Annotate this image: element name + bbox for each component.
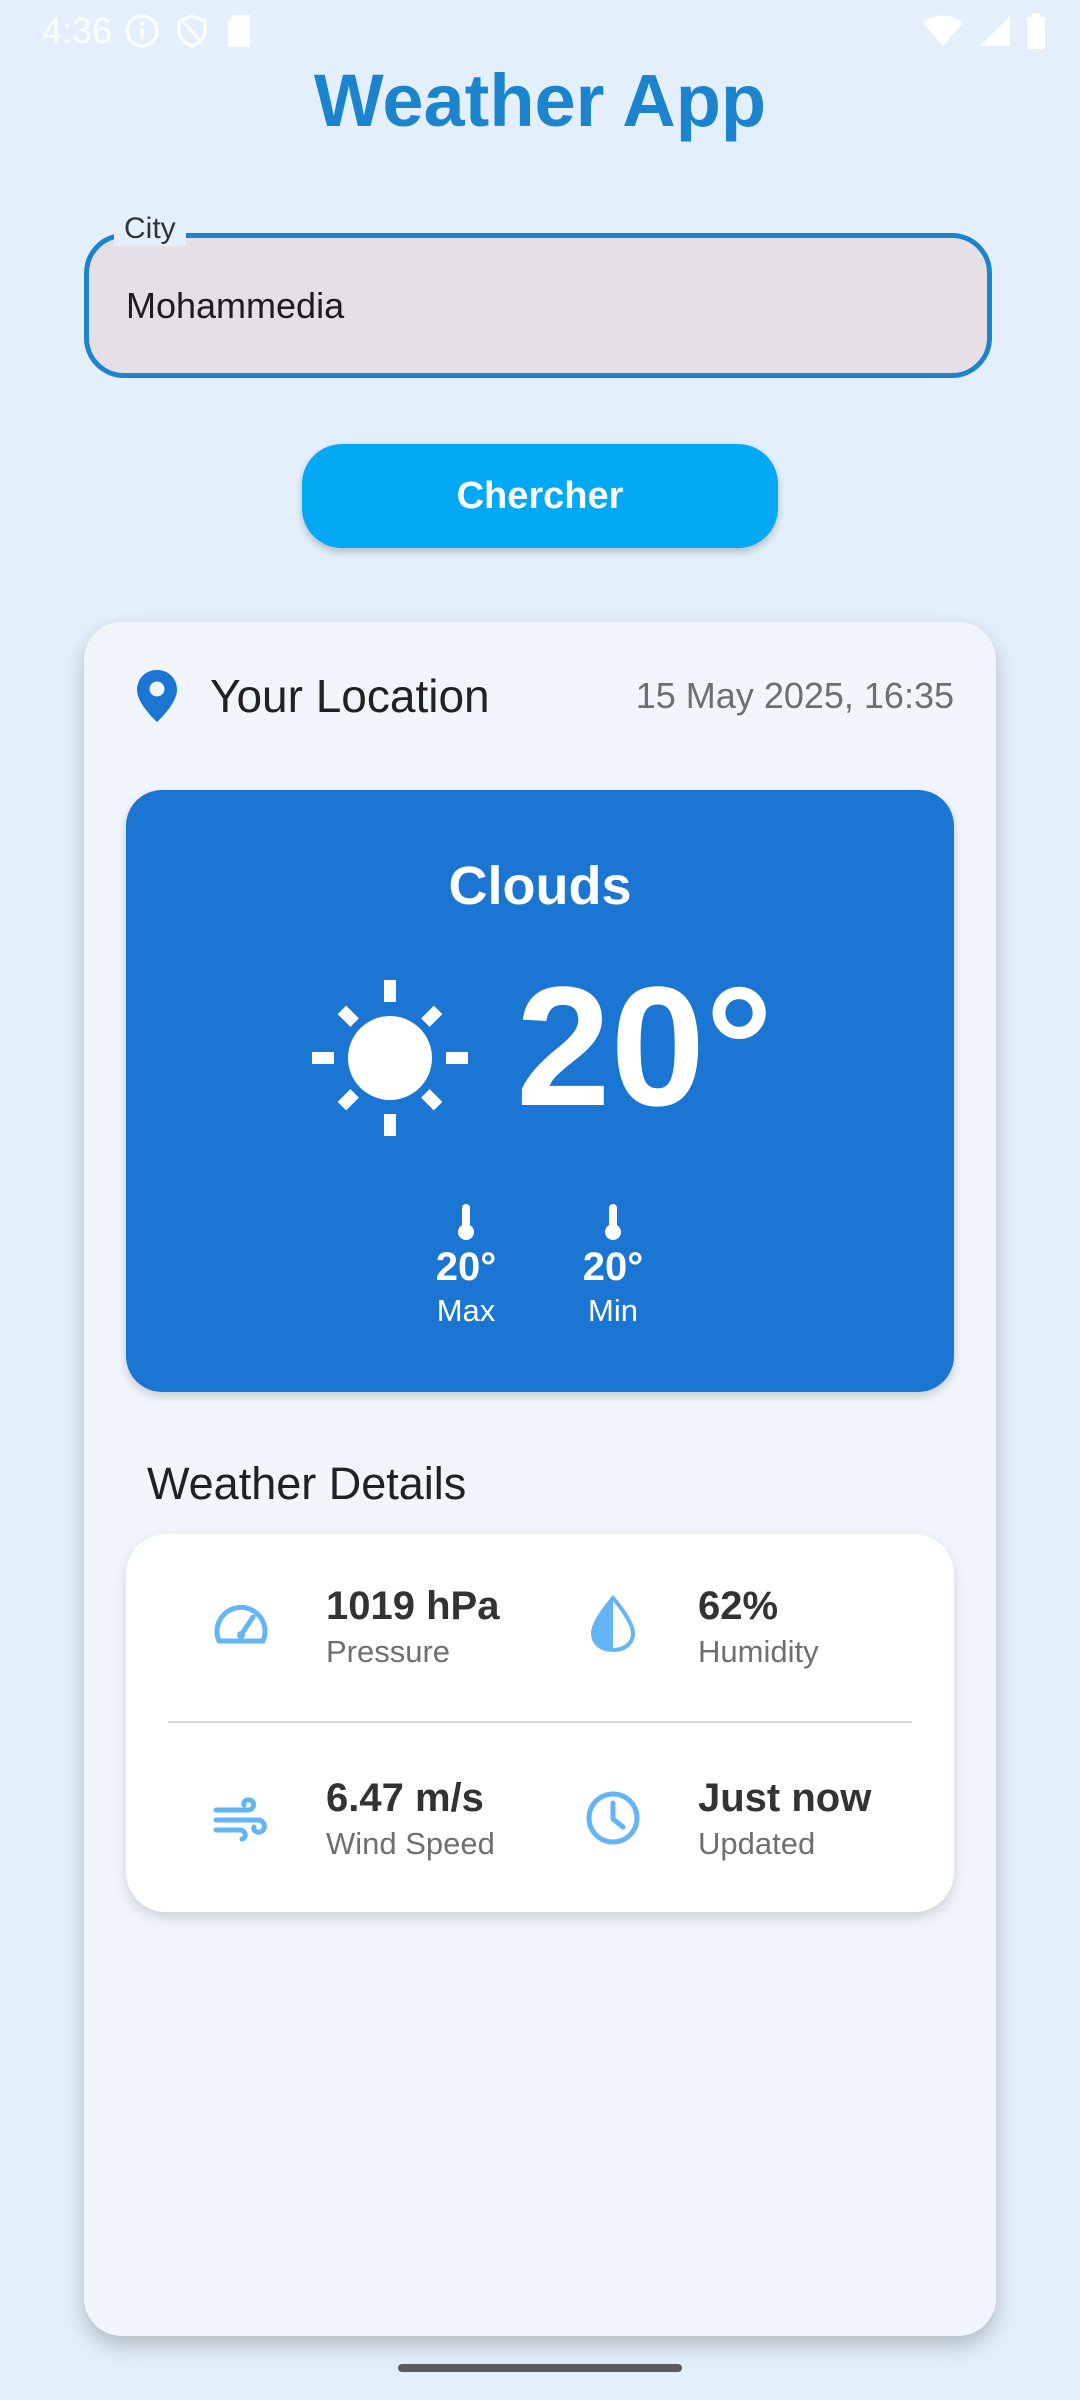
location-pin-icon <box>137 670 177 722</box>
signal-icon <box>980 16 1010 46</box>
wind-speed-value: 6.47 m/s <box>326 1776 484 1820</box>
pressure-label: Pressure <box>326 1634 451 1669</box>
weather-details-heading: Weather Details <box>147 1458 467 1509</box>
thermometer-min-icon <box>605 1204 621 1240</box>
thermometer-max-icon <box>458 1204 474 1240</box>
shield-icon <box>177 14 207 48</box>
city-input-value[interactable]: Mohammedia <box>126 285 344 327</box>
wind-icon <box>213 1797 267 1842</box>
app-title: Weather App <box>313 59 767 142</box>
weather-condition: Clouds <box>448 856 632 916</box>
updated-value: Just now <box>698 1776 872 1820</box>
min-label: Min <box>588 1293 638 1328</box>
search-button[interactable]: Chercher <box>302 444 778 548</box>
drop-icon <box>590 1594 636 1652</box>
clock-icon <box>586 1791 640 1845</box>
weather-details-card <box>126 1534 954 1912</box>
status-time: 4:36 <box>42 10 113 51</box>
humidity-label: Humidity <box>698 1634 819 1669</box>
timestamp: 15 May 2025, 16:35 <box>635 675 954 716</box>
details-divider <box>168 1721 912 1723</box>
status-right-icons <box>922 13 1046 49</box>
sd-card-icon <box>228 15 250 47</box>
info-icon <box>125 14 159 48</box>
wind-speed-label: Wind Speed <box>326 1826 495 1861</box>
max-label: Max <box>436 1293 496 1328</box>
navigation-handle[interactable] <box>398 2364 682 2372</box>
current-temperature: 20° <box>516 952 774 1142</box>
wifi-icon <box>923 15 963 46</box>
status-bar: 4:36 <box>0 0 1080 62</box>
min-temperature: 20° <box>582 1245 644 1289</box>
status-left-icons <box>124 13 254 49</box>
battery-icon <box>1027 13 1045 49</box>
max-temperature: 20° <box>435 1245 497 1289</box>
speedometer-icon <box>214 1604 268 1644</box>
location-title: Your Location <box>210 670 490 722</box>
city-input-label: City <box>114 212 186 246</box>
humidity-value: 62% <box>698 1584 779 1628</box>
sun-icon <box>312 980 468 1136</box>
updated-label: Updated <box>698 1826 816 1861</box>
pressure-value: 1019 hPa <box>326 1584 500 1628</box>
